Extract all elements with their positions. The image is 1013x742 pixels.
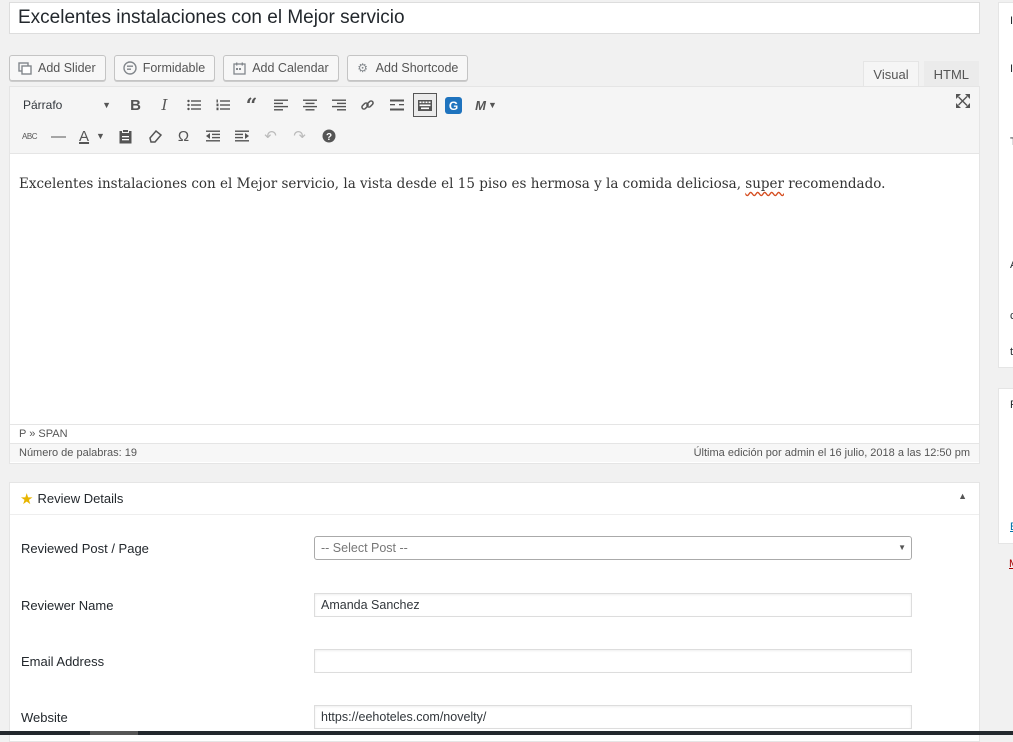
element-path: P » SPAN	[10, 424, 979, 443]
editor-status-bar: Número de palabras: 19 Última edición po…	[10, 443, 979, 462]
review-details-box: ★ Review Details ▲ Reviewed Post / Page …	[9, 482, 980, 742]
toolbar-row-1: Párrafo ▼ B I “ G M ▼	[15, 91, 504, 119]
clear-formatting-icon[interactable]	[140, 122, 169, 150]
website-input[interactable]: https://eehoteles.com/novelty/	[314, 705, 912, 729]
tab-visual[interactable]: Visual	[863, 61, 919, 87]
email-row: Email Address	[21, 647, 921, 675]
star-icon: ★	[20, 490, 34, 508]
sidebar-second-panel: F E	[998, 388, 1013, 544]
add-slider-label: Add Slider	[38, 61, 96, 75]
align-left-icon[interactable]	[266, 91, 295, 119]
reviewer-name-input[interactable]: Amanda Sanchez	[314, 593, 912, 617]
reviewed-post-select[interactable]: -- Select Post -- ▼	[314, 536, 912, 560]
help-icon[interactable]: ?	[314, 122, 343, 150]
content-text: Excelentes instalaciones con el Mejor se…	[19, 176, 746, 192]
formidable-label: Formidable	[142, 61, 206, 75]
outdent-icon[interactable]	[198, 122, 227, 150]
editor-tabs: Visual HTML	[863, 61, 979, 87]
indent-icon[interactable]	[227, 122, 256, 150]
reviewed-post-label: Reviewed Post / Page	[21, 540, 149, 556]
reviewer-name-label: Reviewer Name	[21, 597, 114, 613]
add-calendar-button[interactable]: Add Calendar	[223, 55, 339, 81]
add-shortcode-button[interactable]: ⚙ Add Shortcode	[346, 55, 469, 81]
special-character-icon[interactable]: Ω	[169, 122, 198, 150]
email-label: Email Address	[21, 653, 105, 669]
add-slider-button[interactable]: Add Slider	[9, 55, 106, 81]
bulleted-list-icon[interactable]	[179, 91, 208, 119]
text-color-icon[interactable]: A ▼	[73, 122, 111, 150]
slider-icon	[18, 61, 32, 75]
formidable-button[interactable]: Formidable	[113, 55, 216, 81]
read-more-icon[interactable]	[382, 91, 411, 119]
undo-icon[interactable]: ↶	[256, 122, 285, 150]
content-text-end: recomendado.	[784, 176, 886, 192]
gear-icon: ⚙	[357, 61, 369, 75]
blockquote-icon[interactable]: “	[237, 91, 266, 119]
m-plugin-icon[interactable]: M ▼	[468, 91, 504, 119]
redo-icon[interactable]: ↷	[285, 122, 314, 150]
align-right-icon[interactable]	[324, 91, 353, 119]
paste-text-icon[interactable]	[111, 122, 140, 150]
bottom-bar	[0, 731, 1013, 735]
misspelled-word: super	[745, 176, 784, 192]
calendar-icon	[232, 61, 246, 75]
formidable-icon	[122, 61, 137, 75]
numbered-list-icon[interactable]	[208, 91, 237, 119]
horizontal-line-icon[interactable]: —	[44, 122, 73, 150]
align-center-icon[interactable]	[295, 91, 324, 119]
chevron-down-icon: ▼	[102, 100, 111, 110]
editor-toolbar: Párrafo ▼ B I “ G M ▼ ABC — A ▼ Ω ↶ ↷ ?	[10, 87, 979, 154]
toolbar-toggle-icon[interactable]	[413, 93, 437, 117]
add-calendar-label: Add Calendar	[252, 61, 329, 75]
bold-icon[interactable]: B	[121, 91, 150, 119]
svg-text:G: G	[449, 99, 458, 113]
editor-content-area[interactable]: Excelentes instalaciones con el Mejor se…	[10, 154, 979, 424]
fullscreen-icon[interactable]	[955, 93, 971, 114]
svg-text:?: ?	[325, 132, 331, 143]
post-title-input[interactable]: Excelentes instalaciones con el Mejor se…	[9, 2, 980, 34]
website-row: Website https://eehoteles.com/novelty/	[21, 703, 921, 731]
reviewer-name-row: Reviewer Name Amanda Sanchez	[21, 591, 921, 619]
strikethrough-icon[interactable]: ABC	[15, 122, 44, 150]
website-label: Website	[21, 709, 68, 725]
g-plugin-icon[interactable]: G	[439, 91, 468, 119]
post-editor: Párrafo ▼ B I “ G M ▼ ABC — A ▼ Ω ↶ ↷ ? …	[9, 86, 980, 464]
word-count: Número de palabras: 19	[19, 447, 138, 459]
sidebar-link-fragment[interactable]: M	[1009, 558, 1013, 570]
collapse-toggle-icon[interactable]: ▲	[958, 491, 967, 501]
reviewed-post-row: Reviewed Post / Page -- Select Post -- ▼	[21, 534, 921, 562]
email-input[interactable]	[314, 649, 912, 673]
tab-html[interactable]: HTML	[923, 61, 979, 87]
review-details-title: Review Details	[37, 491, 124, 506]
reviewed-post-value: -- Select Post --	[321, 541, 408, 555]
last-edit-info: Última edición por admin el 16 julio, 20…	[693, 447, 970, 459]
format-select-value: Párrafo	[23, 98, 63, 112]
add-shortcode-label: Add Shortcode	[375, 61, 459, 75]
link-icon[interactable]	[353, 91, 382, 119]
review-details-header[interactable]: ★ Review Details ▲	[10, 483, 979, 515]
chevron-down-icon: ▼	[898, 543, 906, 552]
toolbar-row-2: ABC — A ▼ Ω ↶ ↷ ?	[15, 122, 343, 150]
format-select[interactable]: Párrafo ▼	[15, 92, 115, 118]
sidebar-publish-panel: I I T A c t	[998, 2, 1013, 368]
media-buttons: Add Slider Formidable Add Calendar ⚙ Add…	[9, 55, 469, 81]
italic-icon[interactable]: I	[150, 91, 179, 119]
